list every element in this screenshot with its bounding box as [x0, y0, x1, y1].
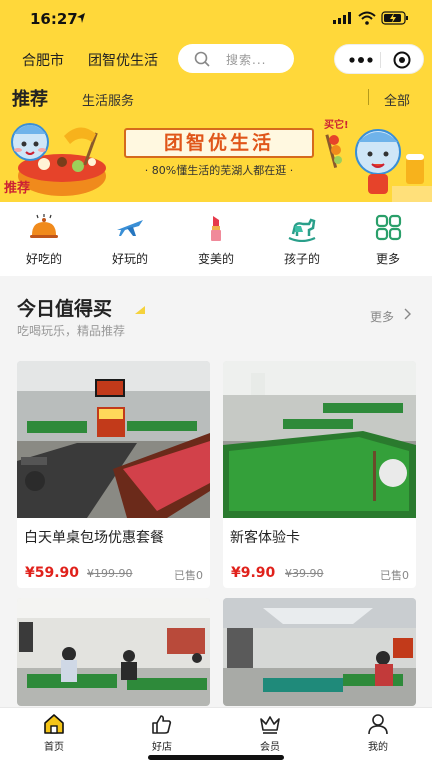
lipstick-icon — [211, 216, 221, 241]
location-arrow-icon — [77, 13, 85, 23]
airplane-icon — [117, 220, 143, 236]
sold-count: 已售0 — [380, 569, 409, 582]
tab-all[interactable]: 全部 — [384, 90, 410, 109]
header-area: 16:27 合肥市 团智优生活 搜索... 推荐 生活服务 全部 推荐 团智优生… — [0, 0, 432, 202]
status-time: 16:27 — [30, 10, 78, 28]
status-bar: 16:27 — [0, 0, 432, 40]
battery-charging-icon — [381, 11, 408, 25]
tab-shops[interactable]: 好店 — [132, 713, 192, 753]
banner-subtitle: · 80%懂生活的芜湖人都在逛 · — [144, 164, 294, 177]
section-subtitle: 吃喝玩乐，精品推荐 — [17, 324, 126, 338]
tab-label: 我的 — [368, 742, 388, 753]
product-price: ¥9.90 — [231, 565, 276, 581]
category-label: 孩子的 — [283, 252, 320, 266]
product-name: 新客体验卡 — [230, 530, 300, 546]
search-box[interactable]: 搜索... — [178, 44, 294, 73]
svg-text:买它!: 买它! — [324, 118, 349, 131]
category-beauty[interactable]: 变美的 — [186, 214, 246, 270]
tab-label: 好店 — [152, 742, 172, 753]
brand-name: 团智优生活 — [88, 53, 158, 69]
grid-more-icon — [375, 214, 402, 241]
skewer-mascot-illustration: 买它! — [324, 118, 432, 202]
crown-icon — [260, 716, 280, 734]
svg-text:推荐: 推荐 — [4, 180, 30, 196]
product-card[interactable]: 新客体验卡 ¥9.90 ¥39.90 已售0 — [223, 361, 416, 588]
close-miniprogram-icon[interactable] — [393, 51, 411, 69]
capsule-divider — [380, 52, 381, 68]
tab-profile[interactable]: 我的 — [348, 713, 408, 753]
section-title: 今日值得买 — [17, 298, 113, 320]
original-price: ¥199.90 — [87, 567, 133, 580]
home-indicator — [148, 755, 284, 760]
category-label: 变美的 — [197, 252, 234, 266]
thumbs-up-icon — [152, 715, 172, 734]
category-fun[interactable]: 好玩的 — [100, 214, 160, 270]
tab-home[interactable]: 首页 — [24, 713, 84, 753]
billiard-hall-photo — [223, 361, 416, 518]
miniprogram-capsule — [334, 44, 424, 74]
hotpot-mascot-illustration: 推荐 — [4, 123, 106, 196]
banner-title: 团智优生活 — [124, 128, 314, 158]
dish-cloche-icon — [30, 214, 58, 238]
category-label: 更多 — [375, 252, 400, 266]
city-selector[interactable]: 合肥市 — [22, 50, 64, 70]
product-card[interactable] — [17, 598, 210, 706]
tab-label: 会员 — [260, 742, 280, 753]
wifi-icon — [358, 11, 376, 25]
product-card[interactable]: 白天单桌包场优惠套餐 ¥59.90 ¥199.90 已售0 — [17, 361, 210, 588]
search-placeholder: 搜索... — [226, 53, 267, 67]
promo-banner[interactable]: 推荐 团智优生活 · 80%懂生活的芜湖人都在逛 · 买它! — [0, 112, 432, 202]
category-row: 好吃的 好玩的 变美的 孩子的 更多 — [0, 202, 432, 276]
home-icon — [44, 714, 64, 734]
original-price: ¥39.90 — [285, 567, 324, 580]
category-more[interactable]: 更多 — [358, 214, 418, 270]
category-label: 好吃的 — [25, 252, 62, 266]
sold-count: 已售0 — [174, 569, 203, 582]
user-icon — [368, 714, 388, 735]
product-price: ¥59.90 — [25, 565, 80, 581]
title-accent-icon — [135, 306, 145, 314]
billiard-hall-photo — [223, 598, 416, 706]
navigation-bar: 合肥市 团智优生活 搜索... — [0, 42, 432, 76]
category-label: 好玩的 — [111, 252, 148, 266]
deals-section: 今日值得买 吃喝玩乐，精品推荐 更多 白天单桌包场优惠套餐 ¥59.90 ¥19… — [0, 276, 432, 706]
more-link[interactable]: 更多 — [370, 308, 394, 325]
more-options-icon[interactable] — [349, 57, 373, 63]
cellular-signal-icon — [333, 12, 351, 24]
product-card[interactable] — [223, 598, 416, 706]
tab-label: 首页 — [44, 742, 64, 753]
category-kids[interactable]: 孩子的 — [272, 214, 332, 270]
tab-membership[interactable]: 会员 — [240, 713, 300, 753]
product-name: 白天单桌包场优惠套餐 — [24, 530, 164, 546]
billiard-hall-photo — [17, 598, 210, 706]
tab-recommend[interactable]: 推荐 — [12, 85, 48, 111]
tabs-divider — [368, 89, 369, 105]
billiard-hall-photo — [17, 361, 210, 518]
channel-tabs: 推荐 生活服务 全部 — [0, 84, 432, 112]
chevron-right-icon[interactable] — [402, 308, 412, 320]
rocking-horse-icon — [288, 218, 316, 242]
search-icon — [194, 51, 210, 67]
tab-life-services[interactable]: 生活服务 — [82, 90, 134, 109]
category-food[interactable]: 好吃的 — [14, 214, 74, 270]
